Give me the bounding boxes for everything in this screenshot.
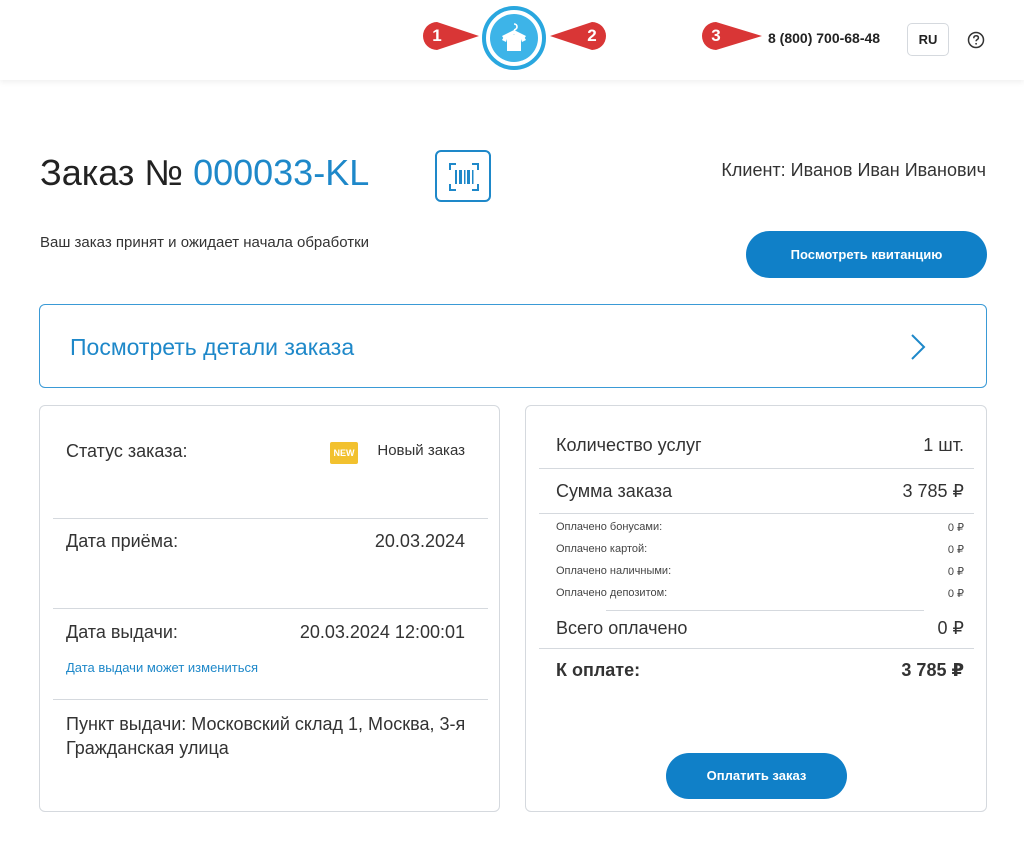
logo[interactable] — [482, 6, 546, 70]
divider — [53, 608, 488, 609]
status-value: Новый заказ — [377, 442, 465, 459]
services-count-value: 1 шт. — [923, 435, 964, 455]
order-title: Заказ № 000033-KL — [40, 152, 369, 194]
paid-card-label: Оплачено картой: — [556, 543, 648, 555]
total-paid-value: 0 ₽ — [937, 618, 964, 638]
order-details-label: Посмотреть детали заказа — [70, 334, 355, 360]
divider — [539, 648, 974, 649]
order-sum-value: 3 785 ₽ — [902, 481, 965, 501]
divider — [53, 699, 488, 700]
to-pay-value: 3 785 ₽ — [901, 660, 964, 680]
paid-cash-label: Оплачено наличными: — [556, 565, 672, 577]
logo-shirt-icon — [502, 23, 526, 51]
view-receipt-button[interactable]: Посмотреть квитанцию — [746, 231, 987, 278]
language-button[interactable]: RU — [907, 23, 949, 56]
order-sum-label: Сумма заказа — [556, 481, 673, 501]
pay-order-button[interactable]: Оплатить заказ — [666, 753, 847, 799]
order-status-message: Ваш заказ принят и ожидает начала обрабо… — [40, 234, 370, 251]
status-badge: NEW — [330, 442, 358, 464]
order-title-prefix: Заказ № — [40, 152, 184, 193]
paid-card-value: 0 ₽ — [947, 544, 964, 556]
phone-number[interactable]: 8 (800) 700-68-48 — [768, 30, 880, 46]
status-label: Статус заказа: — [66, 441, 188, 461]
issue-date-value: 20.03.2024 12:00:01 — [299, 622, 465, 642]
divider — [53, 518, 488, 519]
total-paid-label: Всего оплачено — [556, 618, 688, 638]
payment-summary-card: Количество услуг 1 шт. Сумма заказа 3 78… — [525, 405, 987, 812]
annotation-marker-2: 2 — [550, 20, 608, 52]
paid-deposit-label: Оплачено депозитом: — [556, 587, 668, 599]
annotation-marker-3-label: 3 — [711, 26, 721, 45]
issue-date-hint: Дата выдачи может измениться — [66, 660, 259, 675]
divider — [539, 468, 974, 469]
paid-cash-value: 0 ₽ — [947, 566, 964, 578]
accept-date-label: Дата приёма: — [66, 531, 179, 551]
to-pay-label: К оплате: — [556, 660, 641, 680]
divider — [606, 610, 924, 611]
annotation-marker-2-label: 2 — [587, 26, 597, 45]
order-info-card: Статус заказа: NEW Новый заказ Дата приё… — [39, 405, 500, 812]
header: 1 2 3 8 (800) 700-68-48 RU — [0, 0, 1024, 80]
divider — [539, 513, 974, 514]
client-name: Клиент: Иванов Иван Иванович — [721, 160, 986, 180]
services-count-label: Количество услуг — [556, 435, 702, 455]
paid-deposit-value: 0 ₽ — [947, 588, 964, 600]
paid-bonus-label: Оплачено бонусами: — [556, 521, 663, 533]
paid-bonus-value: 0 ₽ — [947, 522, 964, 534]
order-details-link[interactable]: Посмотреть детали заказа — [39, 304, 987, 388]
annotation-marker-1: 1 — [421, 20, 479, 52]
issue-date-label: Дата выдачи: — [66, 622, 178, 642]
order-number: 000033-KL — [193, 152, 370, 193]
help-icon[interactable] — [967, 31, 985, 49]
barcode-icon — [449, 163, 479, 191]
chevron-right-icon — [910, 333, 926, 366]
barcode-button[interactable] — [435, 150, 491, 202]
annotation-marker-1-label: 1 — [432, 26, 442, 45]
pickup-point: Пункт выдачи: Московский склад 1, Москва… — [66, 714, 466, 758]
accept-date-value: 20.03.2024 — [374, 531, 465, 551]
annotation-marker-3: 3 — [700, 20, 762, 52]
